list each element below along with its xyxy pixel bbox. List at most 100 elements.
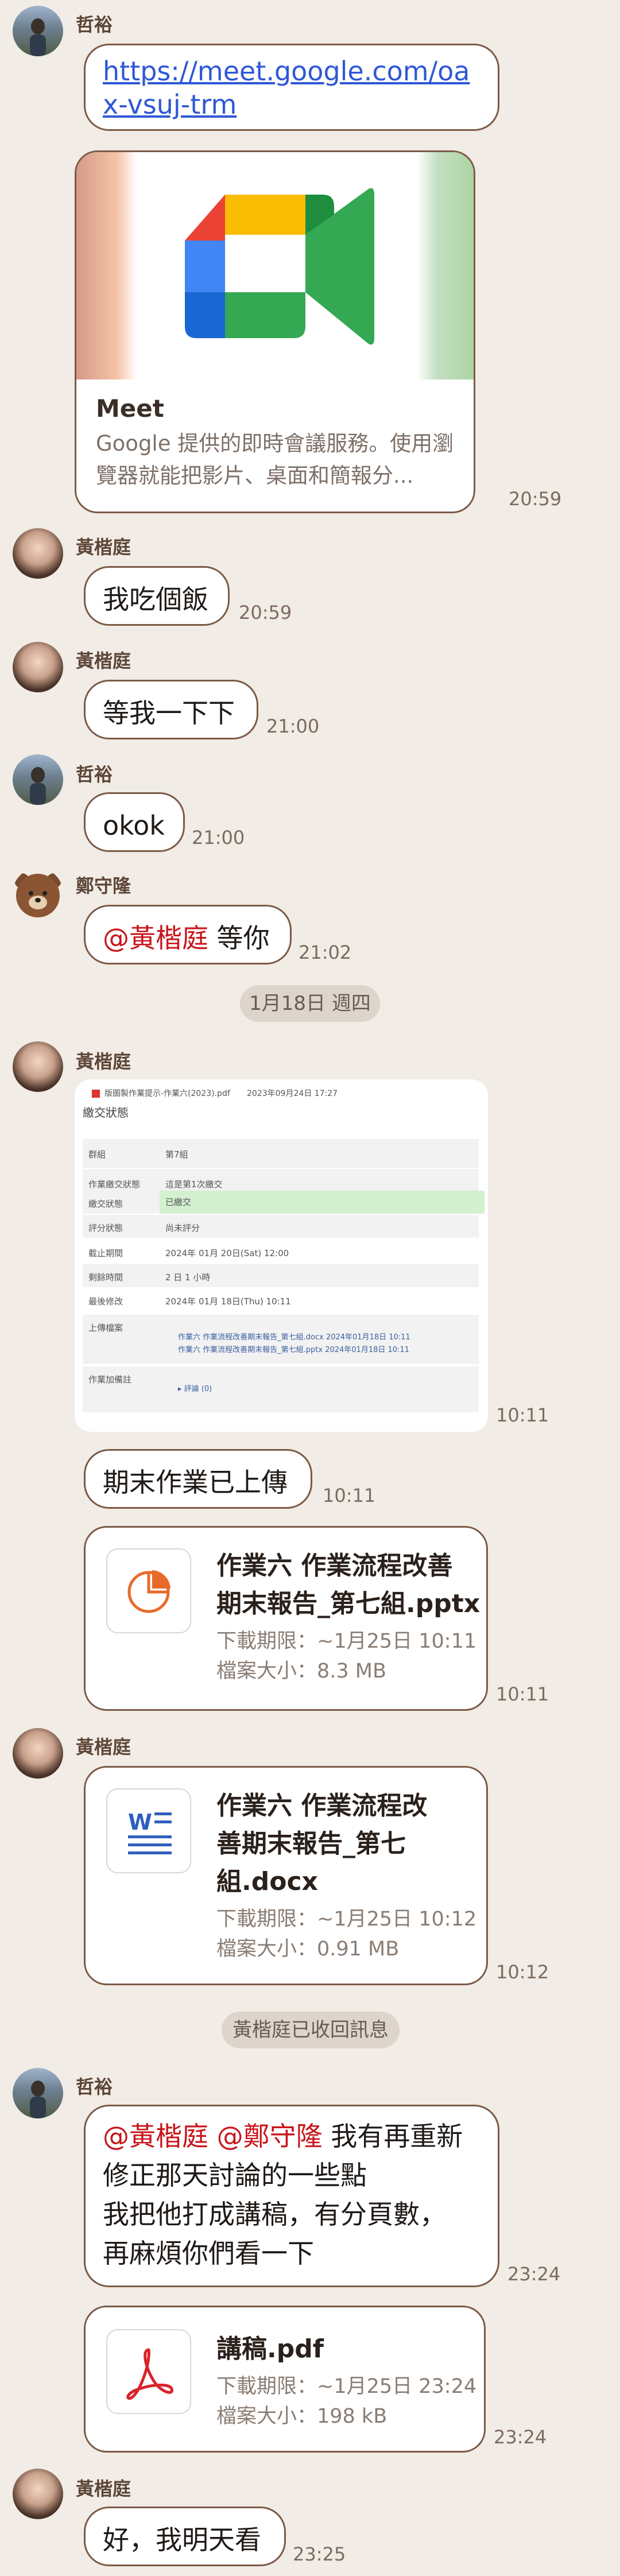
avatar-huang[interactable] [13,528,63,579]
message-bubble[interactable]: 我吃個飯 [84,566,230,626]
sender-name: 黃楷庭 [76,536,131,558]
sender-name: 哲裕 [76,14,113,36]
google-meet-icon [185,188,374,345]
meet-link[interactable]: https://meet.google.com/oax-vsuj-trm [103,56,470,120]
file-size: 檔案大小：198 kB [216,2405,388,2428]
svg-text:W: W [128,1810,152,1835]
pptx-icon [106,1548,191,1633]
file-card-pdf[interactable]: 講稿.pdf 下載期限：~1月25日 23:24 檔案大小：198 kB [84,2306,486,2453]
message-time: 10:11 [323,1485,376,1506]
pdf-icon [106,2329,191,2414]
comments-link[interactable]: ▸ 評論 (0) [178,1382,212,1393]
preview-description: Google 提供的即時會議服務。使用瀏覽器就能把影片、桌面和簡報分... [96,431,454,488]
row-value: 2024年 01月 18日(Thu) 10:11 [165,1296,291,1307]
uploaded-file-link[interactable]: 作業六 作業流程改善期末報告_第七組.pptx 2024年01月18日 10:1… [178,1343,409,1354]
download-expiry: 下載期限：~1月25日 10:12 [216,1908,477,1931]
message-text: 修正那天討論的一些點 [103,2160,367,2191]
row-value: 第7組 [165,1149,188,1160]
sender-name: 黃楷庭 [76,1051,131,1072]
avatar-huang[interactable] [13,642,63,692]
brown-bear-icon [14,873,61,917]
message-time: 10:11 [496,1404,549,1426]
message-time: 20:59 [509,488,562,510]
message-time: 23:24 [507,2263,561,2285]
avatar-huang[interactable] [13,2469,63,2519]
message-time: 23:24 [494,2426,547,2448]
message-bubble[interactable]: okok [84,792,185,852]
file-card-docx[interactable]: W 作業六 作業流程改 善期末報告_第七 組.docx 下載期限：~1月25日 10… [84,1766,488,1985]
message-time: 23:25 [293,2543,346,2565]
message-text: 我把他打成講稿，有分頁數， [103,2199,446,2230]
message-bubble[interactable]: 等我一下下 [84,680,258,739]
message-text: 好，我明天看 [103,2524,261,2555]
file-name: 作業六 作業流程改 善期末報告_第七 組.docx [216,1791,428,1896]
link-bubble[interactable]: https://meet.google.com/oax-vsuj-trm [84,44,499,131]
mention-tag[interactable]: @黃楷庭 [103,923,208,954]
row-key: 作業繳交狀態 [88,1179,141,1190]
row-key: 評分狀態 [88,1223,123,1233]
date-separator: 1月18日 週四 [240,985,380,1022]
message-text: 等我一下下 [103,698,235,729]
meet-preview-image [76,152,474,379]
message-text: 我吃個飯 [103,584,208,615]
link-preview-card[interactable]: Meet Google 提供的即時會議服務。使用瀏覽器就能把影片、桌面和簡報分.… [75,150,475,513]
message-bubble[interactable]: 期末作業已上傳 [84,1449,312,1509]
message-text: 期末作業已上傳 [103,1467,288,1498]
row-value: 2024年 01月 20日(Sat) 12:00 [165,1248,289,1258]
message-text: 等你 [208,923,270,954]
row-value: 2 日 1 小時 [165,1272,211,1283]
message-time: 21:02 [299,942,352,963]
sender-name: 黃楷庭 [76,2478,131,2500]
mention-tag[interactable]: @黃楷庭 [103,2121,208,2152]
file-size: 檔案大小：0.91 MB [216,1938,400,1961]
avatar-zheyu[interactable] [13,754,63,805]
uploaded-file-link[interactable]: 作業六 作業流程改善期末報告_第七組.docx 2024年01月18日 10:1… [178,1331,410,1342]
row-key: 作業加備註 [88,1374,132,1385]
message-text: 再麻煩你們看一下 [103,2238,314,2269]
pdf-file-icon [92,1090,100,1098]
submission-screenshot[interactable]: 版圖製作業提示-作業六(2023).pdf 2023年09月24日 17:27 … [75,1079,488,1432]
message-time: 20:59 [239,602,292,623]
message-text: 我有再重新 [322,2121,463,2152]
row-key: 剩餘時間 [88,1272,123,1283]
message-text: okok [103,810,165,841]
mention-tag[interactable]: @鄭守隆 [217,2121,323,2152]
file-name: 作業六 作業流程改善 期末報告_第七組.pptx [216,1551,480,1618]
download-expiry: 下載期限：~1月25日 10:11 [216,1630,477,1653]
row-value: 已繳交 [160,1191,485,1214]
row-key: 繳交狀態 [88,1199,123,1209]
recall-notice: 黃楷庭已收回訊息 [222,2012,400,2048]
file-name: 講稿.pdf [216,2334,324,2364]
row-key: 群組 [88,1149,106,1160]
row-value: 尚未評分 [165,1223,200,1233]
file-card-pptx[interactable]: 作業六 作業流程改善 期末報告_第七組.pptx 下載期限：~1月25日 10:1… [84,1526,488,1711]
sender-name: 黃楷庭 [76,650,131,672]
message-bubble[interactable]: 好，我明天看 [84,2507,286,2566]
screenshot-heading: 繳交狀態 [83,1106,129,1120]
message-bubble[interactable]: @黃楷庭 等你 [84,905,292,964]
sender-name: 鄭守隆 [76,875,131,897]
row-key: 上傳檔案 [88,1323,123,1333]
avatar-zheyu[interactable] [13,6,63,56]
download-expiry: 下載期限：~1月25日 23:24 [216,2375,477,2398]
preview-title: Meet [96,394,164,423]
row-key: 截止期間 [88,1248,123,1258]
file-size: 檔案大小：8.3 MB [216,1660,386,1683]
message-time: 21:00 [266,715,320,737]
message-time: 10:11 [496,1683,549,1705]
docx-icon: W [106,1788,191,1873]
screenshot-header-file: 版圖製作業提示-作業六(2023).pdf [104,1089,230,1098]
avatar-huang[interactable] [13,1728,63,1779]
row-key: 最後修改 [88,1296,123,1307]
sender-name: 哲裕 [76,764,113,785]
sender-name: 哲裕 [76,2076,113,2098]
row-value: 這是第1次繳交 [165,1179,223,1190]
avatar-huang[interactable] [13,1041,63,1092]
message-time: 21:00 [192,827,245,849]
sender-name: 黃楷庭 [76,1736,131,1758]
avatar-zheyu[interactable] [13,2068,63,2118]
message-bubble[interactable]: @黃楷庭 @鄭守隆 我有再重新 修正那天討論的一些點 我把他打成講稿，有分頁數，… [84,2105,499,2287]
message-time: 10:12 [496,1961,549,1983]
screenshot-header-date: 2023年09月24日 17:27 [247,1089,338,1098]
avatar-zheng[interactable] [13,868,63,919]
